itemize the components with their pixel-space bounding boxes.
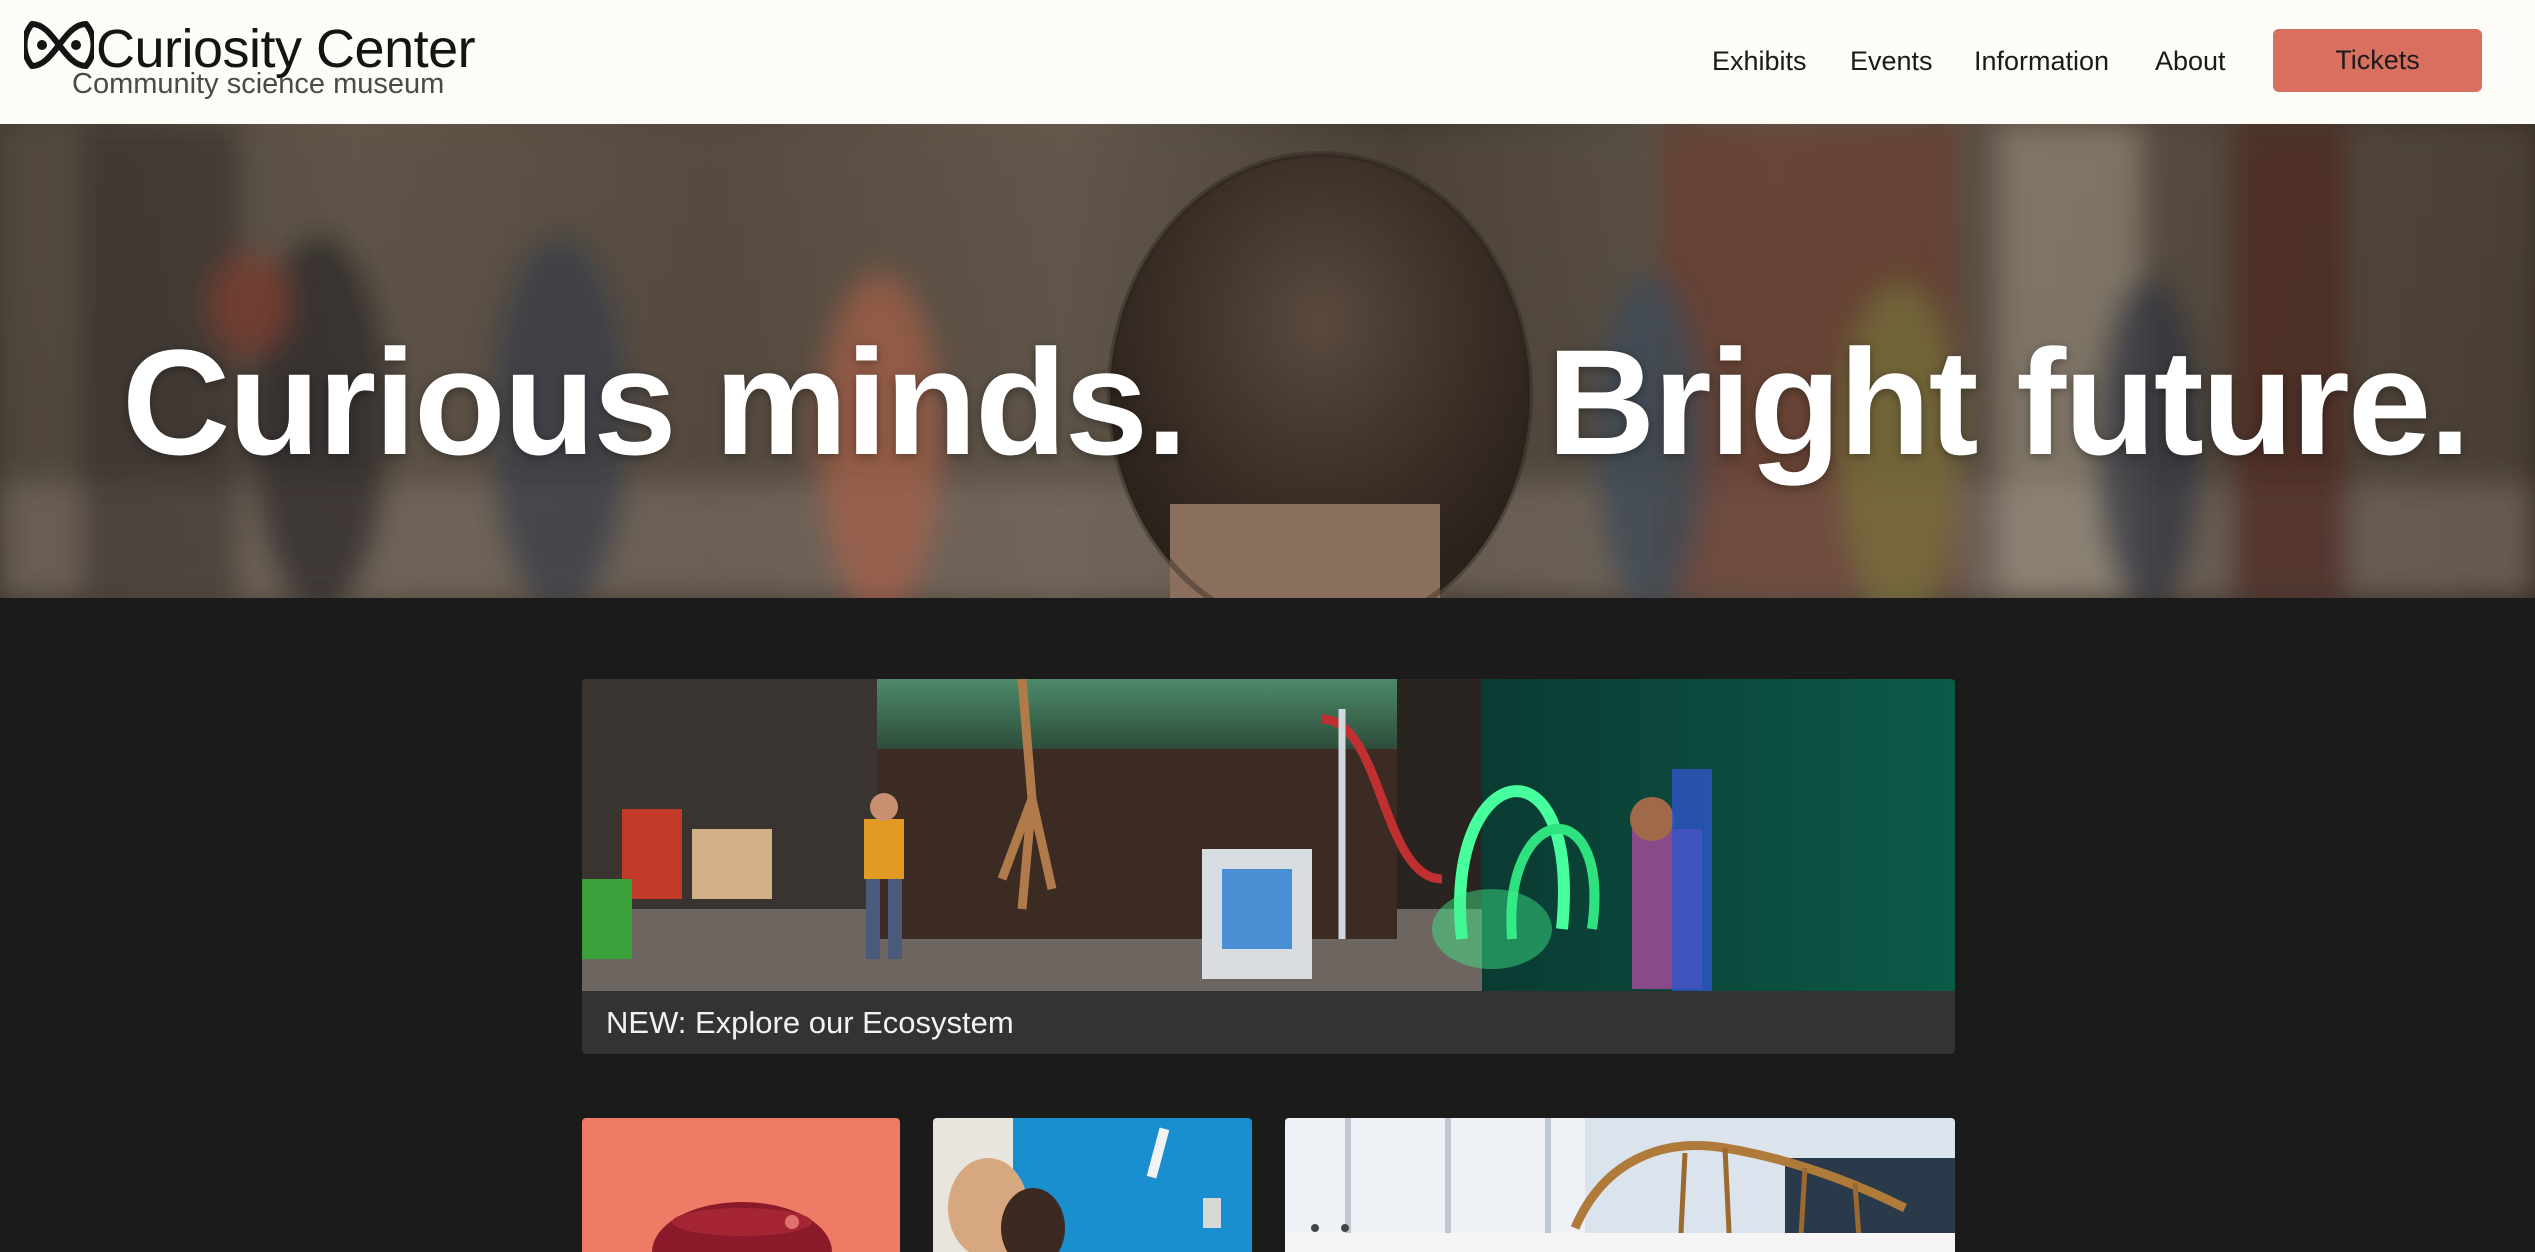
feature-card-ecosystem[interactable]: NEW: Explore our Ecosystem	[582, 679, 1955, 1054]
nav-events[interactable]: Events	[1850, 46, 1933, 77]
hero-headline-left: Curious minds.	[122, 318, 1188, 486]
hero-banner: Curious minds. Bright future.	[0, 124, 2535, 598]
tile-image-dinosaur-skeleton	[1285, 1118, 1955, 1252]
card-tile-classroom[interactable]	[933, 1118, 1252, 1252]
nav-exhibits[interactable]: Exhibits	[1712, 46, 1807, 77]
nav-information[interactable]: Information	[1974, 46, 2109, 77]
feature-image-ecosystem-exhibit	[582, 679, 1955, 991]
hero-headline-right: Bright future.	[1547, 318, 2471, 486]
tile-image-classroom	[933, 1118, 1252, 1252]
brand-logo[interactable]: Curiosity Center Community science museu…	[24, 16, 484, 106]
card-tile-backpack[interactable]	[582, 1118, 900, 1252]
atom-knot-icon	[24, 21, 94, 69]
card-tile-dinosaur[interactable]	[1285, 1118, 1955, 1252]
tile-image-backpack	[582, 1118, 900, 1252]
nav-about[interactable]: About	[2155, 46, 2226, 77]
tickets-button[interactable]: Tickets	[2273, 29, 2482, 92]
brand-tagline: Community science museum	[72, 68, 445, 100]
site-header: Curiosity Center Community science museu…	[0, 0, 2535, 124]
feature-caption: NEW: Explore our Ecosystem	[606, 1005, 1014, 1040]
